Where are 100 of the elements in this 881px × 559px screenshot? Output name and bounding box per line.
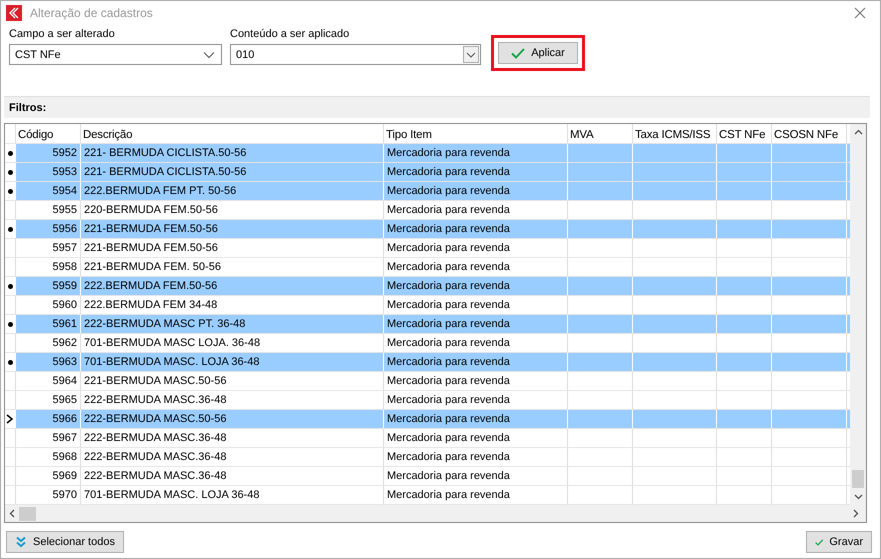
table-cell: 222-BERMUDA MASC.36-48 <box>84 470 226 482</box>
table-cell: Mercadoria para revenda <box>387 299 510 311</box>
scroll-thumb[interactable] <box>852 470 864 488</box>
table-cell: 5964 <box>52 375 77 387</box>
scroll-up-icon <box>854 129 862 135</box>
close-icon <box>854 7 866 19</box>
scroll-right-icon <box>853 509 859 518</box>
table-cell: 222.BERMUDA FEM.50-56 <box>84 280 218 292</box>
table-cell: 222-BERMUDA MASC.50-56 <box>84 413 226 425</box>
table-cell: Mercadoria para revenda <box>387 375 510 387</box>
check-icon <box>511 48 526 58</box>
table-cell: 5966 <box>52 413 77 425</box>
bullet-icon <box>8 226 12 232</box>
scroll-thumb[interactable] <box>19 506 36 520</box>
table-cell: 221-BERMUDA MASC.50-56 <box>84 375 226 387</box>
filter-label: Filtros: <box>9 102 46 114</box>
field-label: Campo a ser alterado <box>9 28 116 41</box>
check-icon <box>815 536 824 548</box>
table-cell: Mercadoria para revenda <box>387 261 510 273</box>
table-cell: 5968 <box>52 451 77 463</box>
table-row[interactable]: 5967 222-BERMUDA MASC.36-48 Mercadoria para revenda <box>5 429 850 448</box>
select-all-button[interactable]: Selecionar todos <box>6 531 124 553</box>
table-cell: 222.BERMUDA FEM 34-48 <box>84 299 218 311</box>
table-row[interactable]: 5964 221-BERMUDA MASC.50-56 Mercadoria para revenda <box>5 372 850 391</box>
table-row[interactable]: 5968 222-BERMUDA MASC.36-48 Mercadoria para revenda <box>5 448 850 467</box>
column-header[interactable]: MVA <box>568 124 633 143</box>
table-cell: 222-BERMUDA MASC.36-48 <box>84 394 226 406</box>
bullet-icon <box>8 360 12 364</box>
dropdown-field[interactable]: 010 <box>230 44 481 65</box>
table-cell: Mercadoria para revenda <box>387 242 510 254</box>
table-cell: 5967 <box>52 432 77 444</box>
table-row[interactable]: 5969 222-BERMUDA MASC.36-48 Mercadoria para revenda <box>5 467 850 486</box>
column-header[interactable]: Tipo Item <box>384 124 568 143</box>
selected-row[interactable]: 5956 221-BERMUDA FEM.50-56 Mercadoria para revenda <box>5 220 850 239</box>
bullet-icon <box>8 188 12 194</box>
table-cell: Mercadoria para revenda <box>387 470 510 482</box>
table-cell: 221- BERMUDA CICLISTA.50-56 <box>84 166 246 178</box>
table-cell: Mercadoria para revenda <box>387 356 510 368</box>
table-cell: Mercadoria para revenda <box>387 337 510 349</box>
table-cell: Mercadoria para revenda <box>387 204 510 216</box>
table-cell: 222-BERMUDA MASC.36-48 <box>84 451 226 463</box>
column-header[interactable]: CST NFe <box>717 124 772 143</box>
table-cell: Mercadoria para revenda <box>387 280 510 292</box>
table-cell: Mercadoria para revenda <box>387 318 510 330</box>
table-cell: 222-BERMUDA MASC PT. 36-48 <box>84 318 246 330</box>
table-cell: Mercadoria para revenda <box>387 185 510 197</box>
table-cell: 5963 <box>52 356 77 368</box>
table-cell: 5958 <box>52 261 77 273</box>
table-cell: 222-BERMUDA MASC.36-48 <box>84 432 226 444</box>
bullet-icon <box>8 170 12 174</box>
bullet-icon <box>8 284 12 288</box>
selected-row[interactable]: 5966 222-BERMUDA MASC.50-56 Mercadoria para revenda <box>5 410 850 429</box>
table-cell: Mercadoria para revenda <box>387 489 510 501</box>
selected-row[interactable]: 5959 222.BERMUDA FEM.50-56 Mercadoria para revenda <box>5 277 850 296</box>
table-cell: 221-BERMUDA FEM.50-56 <box>84 242 218 254</box>
column-header[interactable]: Código <box>16 124 81 143</box>
table-cell: Mercadoria para revenda <box>387 413 510 425</box>
table-cell: 221-BERMUDA FEM.50-56 <box>84 223 218 235</box>
table-cell: 5960 <box>52 299 77 311</box>
table-cell: 5970 <box>52 489 77 501</box>
table-cell: Mercadoria para revenda <box>387 166 510 178</box>
table-cell: 221- BERMUDA CICLISTA.50-56 <box>84 147 246 159</box>
save-button[interactable]: Gravar <box>806 531 872 553</box>
bullet-icon <box>8 322 12 326</box>
double-chevron-down-icon <box>15 536 27 548</box>
selected-row[interactable]: 5963 701-BERMUDA MASC. LOJA 36-48 Mercadoria para revenda <box>5 353 850 372</box>
table-cell: 701-BERMUDA MASC LOJA. 36-48 <box>84 337 260 349</box>
scroll-down-icon <box>854 494 862 500</box>
scroll-left-icon <box>9 509 15 518</box>
selected-row[interactable]: 5952 221- BERMUDA CICLISTA.50-56 Mercadoria para revenda <box>5 144 850 163</box>
dropdown-field[interactable]: CST NFe <box>9 44 222 65</box>
table-cell: 222.BERMUDA FEM PT. 50-56 <box>84 185 236 197</box>
table-cell: 5955 <box>52 204 77 216</box>
table-cell: Mercadoria para revenda <box>387 432 510 444</box>
column-header[interactable]: Descrição <box>81 124 384 143</box>
table-cell: 701-BERMUDA MASC. LOJA 36-48 <box>84 489 260 501</box>
table-cell: 5956 <box>52 223 77 235</box>
table-cell: Mercadoria para revenda <box>387 451 510 463</box>
selected-row[interactable]: 5954 222.BERMUDA FEM PT. 50-56 Mercadoria para revenda <box>5 182 850 201</box>
column-header[interactable]: CSOSN NFe <box>772 124 847 143</box>
table-cell: 220-BERMUDA FEM.50-56 <box>84 204 218 216</box>
vertical-scrollbar[interactable] <box>850 124 866 505</box>
selected-row[interactable]: 5953 221- BERMUDA CICLISTA.50-56 Mercadoria para revenda <box>5 163 850 182</box>
selected-row[interactable]: 5961 222-BERMUDA MASC PT. 36-48 Mercadoria para revenda <box>5 315 850 334</box>
table-cell: 5952 <box>52 147 77 159</box>
column-header[interactable]: Taxa ICMS/ISS <box>633 124 717 143</box>
table-row[interactable]: 5957 221-BERMUDA FEM.50-56 Mercadoria para revenda <box>5 239 850 258</box>
table-cell: Mercadoria para revenda <box>387 147 510 159</box>
apply-button[interactable]: Aplicar <box>498 42 578 64</box>
table-cell: 5959 <box>52 280 77 292</box>
horizontal-scrollbar[interactable] <box>5 505 866 522</box>
table-cell: Mercadoria para revenda <box>387 223 510 235</box>
table-cell: 5961 <box>52 318 77 330</box>
table-cell: 5965 <box>52 394 77 406</box>
table-cell: 5953 <box>52 166 77 178</box>
table-cell: 5969 <box>52 470 77 482</box>
app-logo-icon <box>6 5 22 21</box>
field-label: Conteúdo a ser aplicado <box>230 28 350 41</box>
table-cell: Mercadoria para revenda <box>387 394 510 406</box>
table-cell: 5954 <box>52 185 77 197</box>
